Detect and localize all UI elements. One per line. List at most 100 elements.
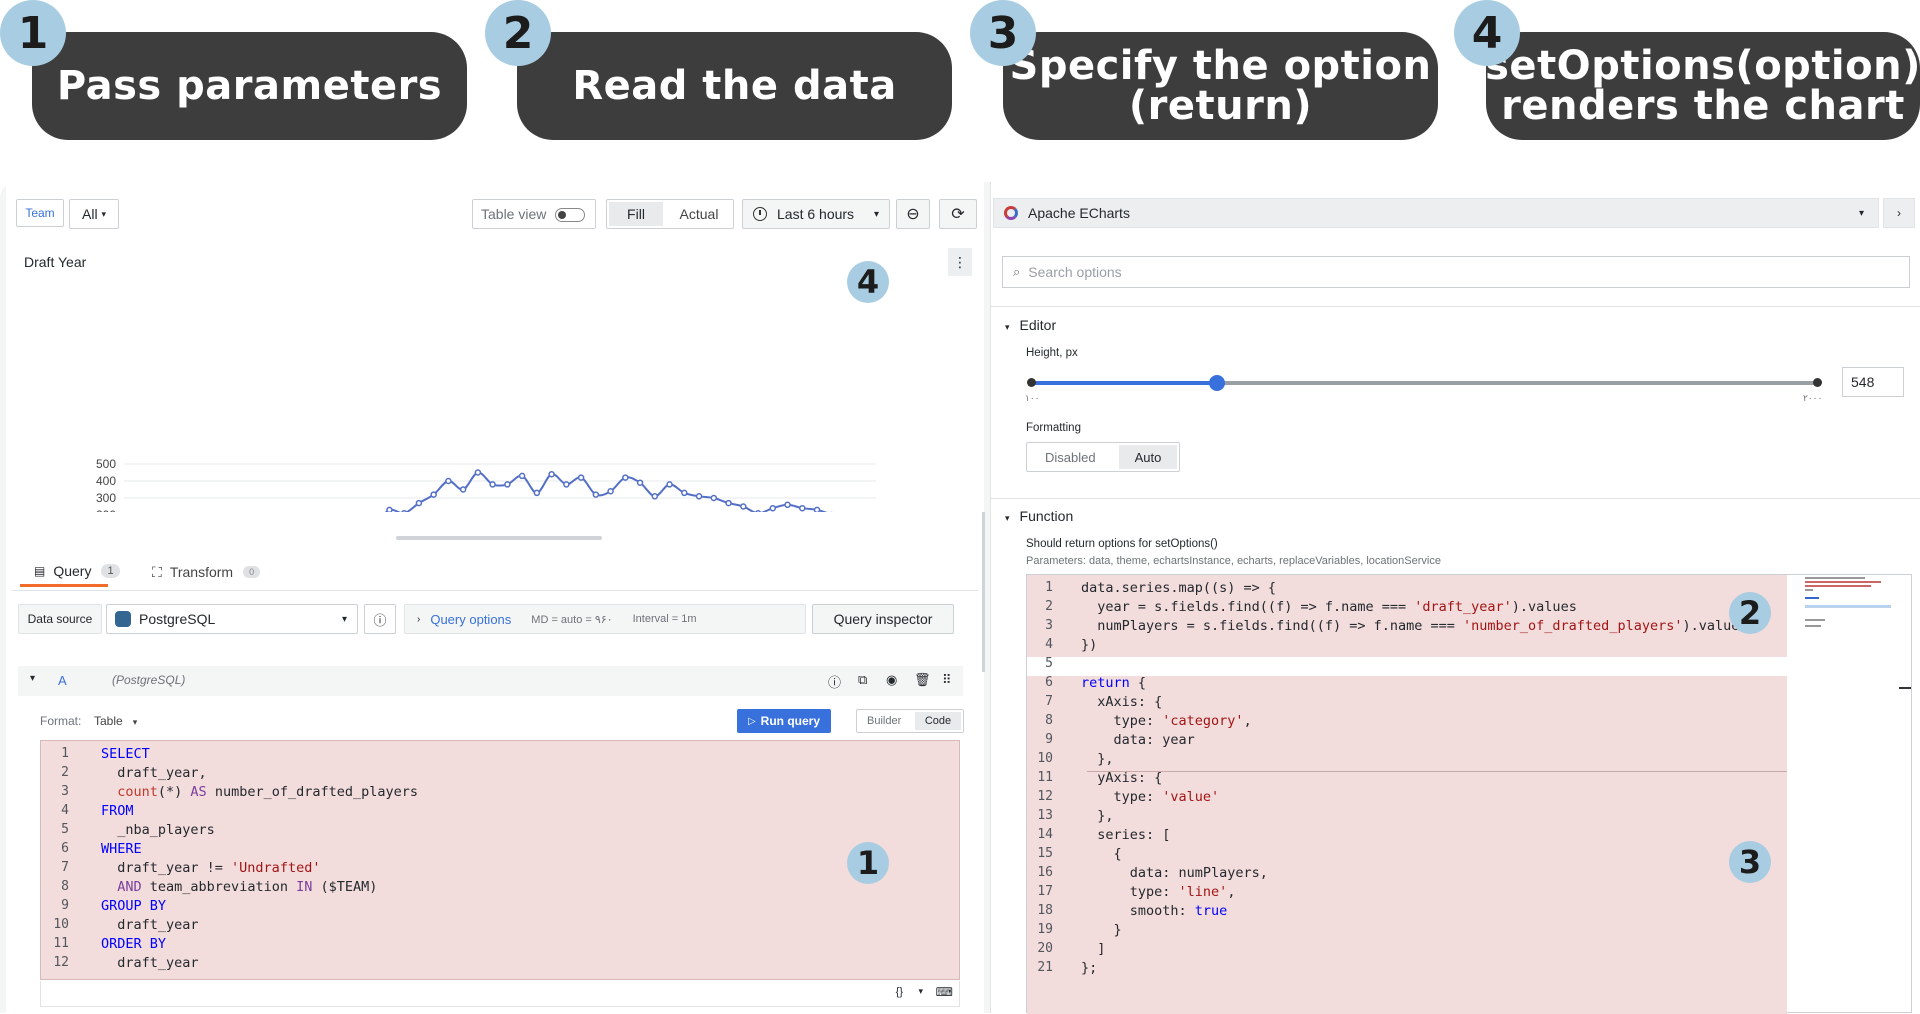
formatting-label: Formatting	[1026, 422, 1081, 434]
kebab-menu-icon: ⋮	[953, 253, 967, 270]
height-slider[interactable]	[1027, 375, 1822, 391]
line-number: 18	[1037, 903, 1053, 918]
query-row-header[interactable]: ▾ A (PostgreSQL) ⓘ ⧉ ◉ 🗑 ⠿	[18, 666, 963, 696]
chevron-down-icon: ▾	[101, 208, 106, 219]
fill-button[interactable]: Fill	[609, 202, 663, 226]
data-point	[401, 510, 408, 512]
line-chart: 0100200300400500196319791982198519881991…	[96, 457, 876, 512]
help-icon[interactable]: ⓘ	[828, 672, 841, 691]
step-banner-1: Pass parameters	[32, 32, 467, 140]
data-point	[666, 481, 673, 488]
panel-title: Draft Year	[24, 254, 87, 270]
data-point	[813, 506, 821, 512]
query-row-source: (PostgreSQL)	[112, 673, 186, 687]
duplicate-icon[interactable]: ⧉	[858, 672, 867, 688]
step-banner-3: Specify the option (return)	[1003, 32, 1438, 140]
formatting-auto-button[interactable]: Auto	[1119, 445, 1177, 469]
datasource-picker[interactable]: PostgreSQL ▾	[106, 604, 358, 634]
data-point	[533, 489, 541, 497]
data-point	[695, 493, 703, 500]
eye-icon[interactable]: ◉	[886, 672, 897, 688]
data-point	[755, 510, 762, 512]
panel-resize-handle[interactable]	[396, 536, 602, 540]
line-number: 14	[1037, 827, 1053, 842]
chevron-down-icon: ▾	[132, 717, 138, 727]
chevron-down-icon[interactable]: ▾	[918, 986, 923, 997]
datasource-label: Data source	[18, 604, 102, 634]
search-options-input[interactable]: ⌕ Search options	[1002, 256, 1910, 288]
help-icon: ⓘ	[373, 612, 387, 628]
y-tick-label: 500	[96, 457, 116, 471]
sql-editor[interactable]: 1 2 3 4 5 6 7 8 9 10 11 12 SELECT draft_year, count…	[40, 740, 960, 980]
query-options-toggle[interactable]: › Query options MD = auto = ۹۶۰ Interval…	[404, 604, 806, 634]
line-number: 6	[1045, 675, 1053, 690]
clock-icon	[753, 207, 767, 221]
editor-minimap[interactable]	[1797, 575, 1897, 645]
formatting-disabled-button[interactable]: Disabled	[1045, 450, 1096, 465]
refresh-icon: ⟳	[951, 206, 965, 223]
chevron-down-icon: ▾	[341, 613, 347, 625]
team-variable-select[interactable]: All ▾	[69, 199, 119, 229]
line-number: 2	[61, 765, 69, 780]
refresh-button[interactable]: ⟳	[939, 199, 977, 229]
braces-icon[interactable]: {}	[896, 986, 903, 998]
time-range-picker[interactable]: Last 6 hours ▾	[742, 199, 890, 229]
line-number: 3	[61, 784, 69, 799]
drag-handle-icon[interactable]: ⠿	[942, 672, 952, 688]
keyboard-icon[interactable]: ⌨	[936, 985, 953, 999]
height-label: Height, px	[1026, 347, 1078, 359]
tab-query[interactable]: ▤ Query 1	[20, 557, 120, 587]
search-icon: ⌕	[1013, 264, 1021, 279]
zoom-out-button[interactable]: ⊖	[896, 199, 930, 229]
collapse-icon[interactable]: ▾	[30, 673, 35, 684]
series-line	[384, 471, 828, 512]
line-number: 17	[1037, 884, 1053, 899]
splitter-handle[interactable]	[982, 512, 985, 672]
play-icon: ▷	[747, 715, 756, 727]
line-number: 10	[1037, 751, 1053, 766]
tab-transform[interactable]: ⛶ Transform 0	[152, 557, 261, 587]
query-inspector-button[interactable]: Query inspector	[812, 604, 954, 634]
team-variable-label: Team	[16, 199, 64, 227]
data-point	[489, 481, 496, 488]
data-point	[622, 474, 629, 481]
viz-picker[interactable]: Apache ECharts ▾	[993, 198, 1879, 228]
data-point	[592, 491, 600, 498]
builder-button[interactable]: Builder	[867, 715, 901, 727]
data-point	[518, 472, 526, 480]
data-point	[651, 493, 659, 500]
data-point	[563, 481, 570, 488]
slider-min-dot	[1027, 378, 1036, 387]
data-point	[607, 487, 614, 495]
step-badge-3: 3	[970, 0, 1036, 66]
line-number: 19	[1037, 922, 1053, 937]
line-number: 5	[61, 822, 69, 837]
function-section-header[interactable]: ▾ Function	[1005, 508, 1073, 524]
toggle-switch[interactable]	[555, 208, 585, 222]
height-input[interactable]: 548	[1842, 367, 1904, 397]
chevron-down-icon: ▾	[1005, 322, 1010, 332]
trash-icon[interactable]: 🗑	[914, 672, 931, 688]
format-select[interactable]: Table ▾	[94, 714, 137, 728]
slider-max-dot	[1813, 378, 1822, 387]
step-badge-4: 4	[1454, 0, 1520, 66]
transform-icon: ⛶	[152, 563, 162, 580]
data-point	[784, 501, 791, 509]
collapse-options-button[interactable]: ›	[1883, 198, 1915, 228]
line-number: 2	[1045, 599, 1053, 614]
data-point	[415, 499, 423, 507]
data-point	[710, 494, 718, 502]
actual-button[interactable]: Actual	[669, 202, 729, 226]
echarts-logo-icon	[1004, 206, 1018, 220]
table-view-toggle[interactable]: Table view	[472, 199, 596, 229]
step-banner-2: Read the data	[517, 32, 952, 140]
editor-section-header[interactable]: ▾ Editor	[1005, 317, 1056, 333]
function-editor[interactable]: 1 2 3 4 5 6 7 8 9 10 11 12 13 14 15 16 17 18 19 20 21 data.s…	[1026, 574, 1912, 1014]
run-query-button[interactable]: ▷ Run query	[737, 709, 831, 733]
data-point	[681, 489, 688, 497]
datasource-help-button[interactable]: ⓘ	[364, 604, 396, 634]
line-number: 13	[1037, 808, 1053, 823]
code-button[interactable]: Code	[915, 712, 961, 730]
slider-thumb[interactable]	[1209, 375, 1225, 391]
fill-actual-group: Fill Actual	[606, 199, 734, 229]
